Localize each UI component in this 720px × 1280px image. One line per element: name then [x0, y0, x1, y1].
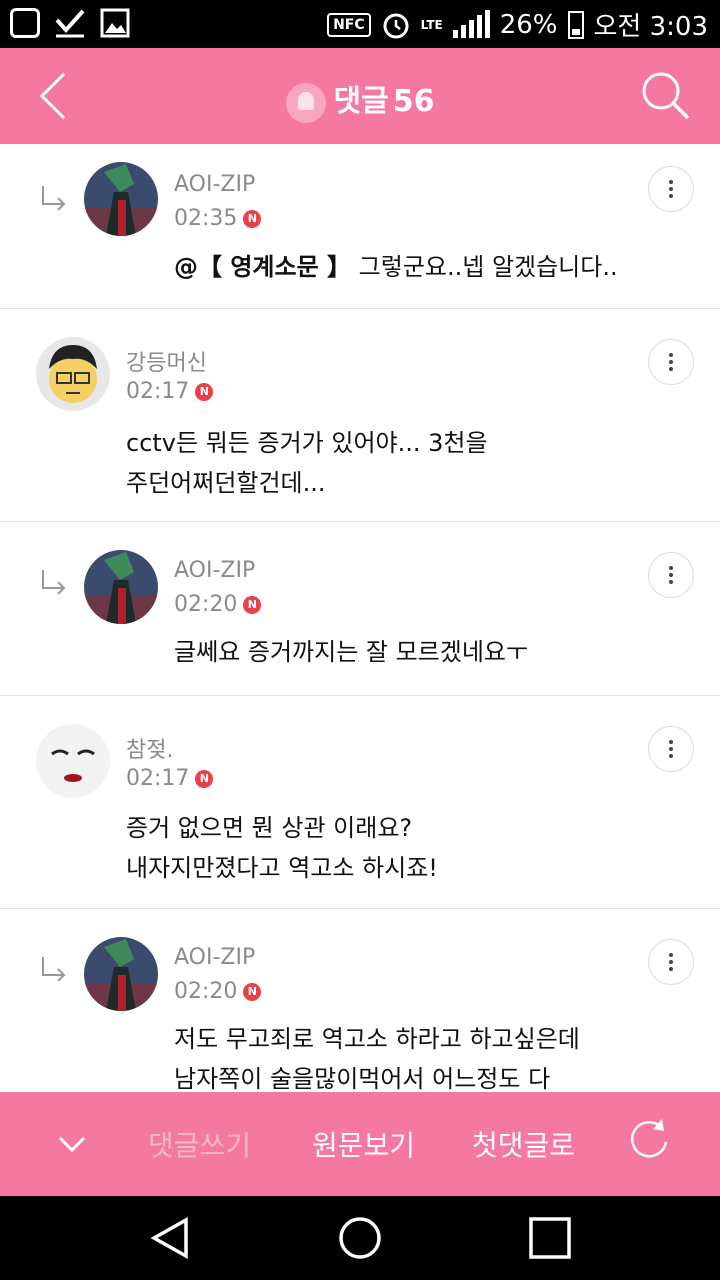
new-badge: N — [243, 982, 262, 1001]
battery-percent: 26% — [499, 9, 558, 40]
reply-arrow-icon — [42, 570, 66, 594]
system-nav-bar — [0, 1196, 720, 1280]
comment-text: @【 영계소문 】 그렇군요..넵 알겠습니다.. — [174, 253, 618, 281]
bell-icon[interactable] — [285, 82, 326, 123]
comment-item: AOI-ZIP 02:20 N 저도 무고죄로 역고소 하라고 하고싶은데 남자쪽… — [0, 909, 720, 1090]
signal-icon — [452, 9, 490, 38]
comment-time: 02:35 N — [174, 206, 262, 231]
comment-list[interactable]: AOI-ZIP 02:35 N @【 영계소문 】 그렇군요..넵 알겠습니다..… — [0, 144, 720, 1090]
comment-item: 참젖. 02:17 N 증거 없으면 뭔 상관 이래요? 내자지만졌다고 역고소 … — [0, 696, 720, 909]
comment-item: AOI-ZIP 02:20 N 글쎄요 증거까지는 잘 모르겠네요ㅜ — [0, 522, 720, 696]
avatar[interactable] — [84, 162, 158, 236]
comment-time: 02:20 N — [174, 592, 262, 617]
more-options-button[interactable] — [648, 939, 694, 985]
avatar[interactable] — [84, 937, 158, 1011]
download-done-icon — [55, 9, 85, 38]
refresh-icon[interactable] — [626, 1116, 672, 1162]
image-icon — [100, 8, 130, 38]
write-comment-button[interactable]: 댓글쓰기 — [148, 1124, 251, 1164]
comment-time: 02:17 N — [126, 766, 214, 791]
nfc-icon: NFC — [327, 12, 371, 37]
app-bar: 댓글 56 — [0, 48, 720, 144]
avatar[interactable] — [84, 550, 158, 624]
lte-icon: LTE — [420, 17, 443, 32]
view-original-button[interactable]: 원문보기 — [312, 1124, 415, 1164]
comment-text: 증거 없으면 뭔 상관 이래요? 내자지만졌다고 역고소 하시죠! — [126, 814, 438, 882]
bottom-action-bar: 댓글쓰기 원문보기 첫댓글로 — [0, 1092, 720, 1196]
search-icon[interactable] — [640, 70, 692, 122]
nav-home-icon[interactable] — [338, 1216, 382, 1260]
comment-author[interactable]: AOI-ZIP — [174, 558, 255, 583]
more-options-button[interactable] — [648, 339, 694, 385]
mention[interactable]: @【 영계소문 】 — [174, 253, 351, 281]
comment-count: 56 — [392, 84, 435, 119]
comment-text: 글쎄요 증거까지는 잘 모르겠네요ㅜ — [174, 638, 529, 666]
alarm-icon — [383, 13, 409, 38]
comment-item: 강등머신 02:17 N cctv든 뭐든 증거가 있어야... 3천을 주던어쩌… — [0, 309, 720, 522]
comment-author[interactable]: AOI-ZIP — [174, 945, 255, 970]
new-badge: N — [243, 595, 262, 614]
reply-arrow-icon — [42, 957, 66, 981]
comment-time: 02:17 N — [126, 379, 214, 404]
nav-recents-icon[interactable] — [528, 1216, 572, 1260]
comment-author[interactable]: 강등머신 — [126, 345, 207, 377]
new-badge: N — [195, 769, 214, 788]
nav-back-icon[interactable] — [148, 1216, 192, 1260]
more-options-button[interactable] — [648, 726, 694, 772]
comment-time: 02:20 N — [174, 979, 262, 1004]
new-badge: N — [195, 382, 214, 401]
app-notification-icon — [10, 8, 40, 38]
first-comment-button[interactable]: 첫댓글로 — [472, 1124, 575, 1164]
clock: 오전 3:03 — [593, 12, 709, 42]
comment-item: AOI-ZIP 02:35 N @【 영계소문 】 그렇군요..넵 알겠습니다.. — [0, 144, 720, 309]
comment-author[interactable]: 참젖. — [126, 732, 173, 764]
new-badge: N — [243, 209, 262, 228]
comment-author[interactable]: AOI-ZIP — [174, 172, 255, 197]
battery-icon — [567, 10, 584, 39]
avatar[interactable] — [36, 337, 110, 411]
comment-text: cctv든 뭐든 증거가 있어야... 3천을 주던어쩌던할건데... — [126, 429, 488, 497]
chevron-down-icon[interactable] — [52, 1124, 92, 1164]
more-options-button[interactable] — [648, 166, 694, 212]
more-options-button[interactable] — [648, 552, 694, 598]
page-title: 댓글 56 — [0, 76, 720, 123]
comment-text: 저도 무고죄로 역고소 하라고 하고싶은데 남자쪽이 술을많이먹어서 어느정도 … — [174, 1025, 580, 1090]
avatar[interactable] — [36, 724, 110, 798]
reply-arrow-icon — [42, 186, 66, 210]
status-bar: NFC LTE 26% 오전 3:03 — [0, 0, 720, 48]
